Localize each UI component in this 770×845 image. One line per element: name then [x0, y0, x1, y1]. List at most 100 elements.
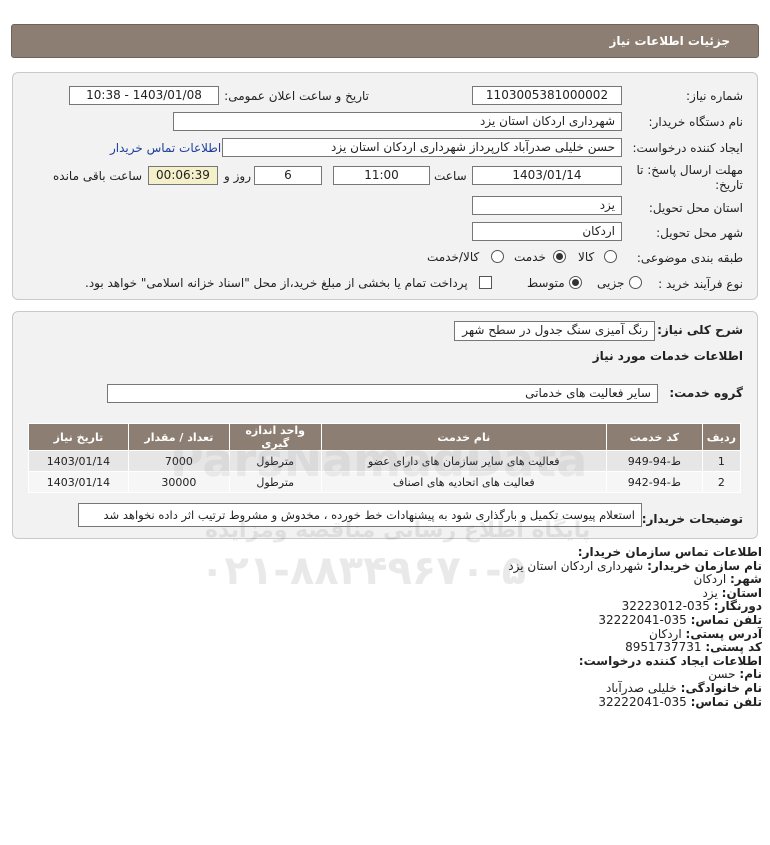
need-info-panel: [12, 72, 758, 300]
delivery-city-label: شهر محل تحویل:: [656, 226, 743, 240]
col-service-code: کد خدمت: [605, 423, 703, 451]
deadline-date-field: 1403/01/14: [472, 166, 622, 185]
category-radio-goods-service[interactable]: [491, 250, 504, 263]
cell-service-code: ط-94-949: [605, 450, 703, 472]
process-radio-medium[interactable]: [569, 276, 582, 289]
address-label: آدرس پستی:: [685, 626, 762, 641]
need-number-field: 1103005381000002: [472, 86, 622, 105]
province-label: استان:: [721, 585, 762, 600]
requester-label: ایجاد کننده درخواست:: [632, 141, 743, 155]
deadline-label-line1: مهلت ارسال پاسخ: تا: [636, 163, 743, 177]
deadline-label-line2: تاریخ:: [715, 178, 743, 192]
buyer-org-label: نام دستگاه خریدار:: [648, 115, 744, 129]
cell-need-date: 1403/01/14: [28, 450, 129, 472]
treasury-checkbox-text: پرداخت تمام یا بخشی از مبلغ خرید،از محل …: [85, 276, 468, 290]
days-label: روز و: [224, 169, 251, 183]
category-radio-goods[interactable]: [604, 250, 617, 263]
cell-row-number: 1: [701, 450, 742, 472]
cell-service-code: ط-94-942: [605, 471, 703, 493]
cell-unit: مترطول: [228, 450, 322, 472]
address-line: آدرس پستی: اردکان: [62, 626, 762, 642]
phone-line: تلفن تماس: 035-32222041: [62, 612, 762, 628]
service-group-field: سایر فعالیت های خدماتی: [107, 384, 658, 403]
table-header-row: ردیف کد خدمت نام خدمت واحد اندازه گیری ت…: [28, 423, 742, 451]
org-contact-title: اطلاعات تماس سازمان خریدار:: [577, 545, 762, 559]
cell-need-date: 1403/01/14: [28, 471, 129, 493]
deadline-time-field: 11:00: [333, 166, 430, 185]
purchase-process-label: نوع فرآیند خرید :: [658, 277, 743, 291]
org-name-label: نام سازمان خریدار:: [647, 558, 762, 573]
table-row: 2 ط-94-942 فعالیت های اتحادیه های اصناف …: [28, 471, 742, 493]
province-line: استان: یزد: [62, 585, 763, 601]
category-radio-service[interactable]: [553, 250, 566, 263]
contact-info: اطلاعات تماس سازمان خریدار: نام سازمان خ…: [62, 545, 763, 710]
service-group-label: گروه خدمت:: [669, 386, 743, 400]
requester-field: حسن خلیلی صدرآباد کارپرداز شهرداری اردکا…: [222, 138, 622, 157]
buyer-notes-field: استعلام پیوست تکمیل و بارگذاری شود به پی…: [78, 503, 642, 527]
first-name-label: نام:: [739, 667, 762, 682]
col-service-name: نام خدمت: [320, 423, 607, 451]
buyer-contact-link[interactable]: اطلاعات تماس خریدار: [110, 141, 221, 155]
buyer-org-field: شهرداری اردکان استان یزد: [173, 112, 622, 131]
creator-contact-title: اطلاعات ایجاد کننده درخواست:: [578, 653, 762, 668]
category-option-service: خدمت: [514, 250, 546, 264]
page-header: جزئیات اطلاعات نیاز: [11, 24, 759, 58]
col-row-number: ردیف: [701, 423, 742, 451]
org-name-value: شهرداری اردکان استان یزد: [508, 558, 644, 573]
cell-quantity: 30000: [127, 471, 230, 493]
page-title: جزئیات اطلاعات نیاز: [609, 34, 730, 48]
first-name-value: حسن: [708, 667, 736, 682]
postal-value: 8951737731: [625, 640, 702, 655]
phone-value: 035-32222041: [598, 612, 687, 627]
process-radio-minor[interactable]: [629, 276, 642, 289]
postal-line: کد پستی: 8951737731: [62, 640, 762, 655]
summary-label: شرح کلی نیاز:: [657, 323, 743, 337]
remaining-time-field: 00:06:39: [148, 166, 218, 185]
first-name-line: نام: حسن: [62, 668, 762, 682]
process-option-minor: جزیی: [597, 276, 625, 290]
fax-value: 035-32223012: [621, 599, 710, 614]
province-value: یزد: [702, 585, 718, 600]
delivery-province-field: یزد: [472, 196, 622, 215]
postal-label: کد پستی:: [705, 640, 762, 655]
creator-phone-value: 035-32222041: [598, 694, 687, 709]
process-option-medium: متوسط: [527, 276, 565, 290]
category-option-goods: کالا: [578, 250, 595, 264]
cell-service-name: فعالیت های سایر سازمان های دارای عضو: [320, 450, 607, 472]
col-need-date: تاریخ نیاز: [28, 423, 129, 451]
city-value: اردکان: [693, 572, 727, 587]
deadline-time-label: ساعت: [434, 169, 467, 183]
last-name-line: نام خانوادگی: خلیلی صدرآباد: [62, 680, 762, 696]
services-title: اطلاعات خدمات مورد نیاز: [592, 349, 743, 363]
cell-quantity: 7000: [127, 450, 230, 472]
buyer-notes-label: توضیحات خریدار:: [641, 512, 743, 526]
remaining-label: ساعت باقی مانده: [53, 169, 143, 183]
services-table: ردیف کد خدمت نام خدمت واحد اندازه گیری ت…: [28, 423, 742, 493]
announce-datetime-label: تاریخ و ساعت اعلان عمومی:: [224, 89, 369, 103]
creator-phone-label: تلفن تماس:: [690, 694, 762, 709]
cell-unit: مترطول: [228, 471, 322, 493]
announce-datetime-field: 1403/01/08 - 10:38: [69, 86, 219, 105]
summary-field: رنگ آمیزی سنگ جدول در سطح شهر: [454, 321, 655, 341]
table-row: 1 ط-94-949 فعالیت های سایر سازمان های دا…: [28, 450, 742, 472]
delivery-province-label: استان محل تحویل:: [648, 201, 743, 215]
org-name-line: نام سازمان خریدار: شهرداری اردکان استان …: [62, 558, 762, 574]
col-unit: واحد اندازه گیری: [228, 423, 322, 451]
city-line: شهر: اردکان: [62, 572, 762, 587]
cell-service-name: فعالیت های اتحادیه های اصناف: [320, 471, 607, 493]
treasury-checkbox[interactable]: [479, 276, 492, 289]
category-option-goods-service: کالا/خدمت: [427, 250, 480, 264]
category-label: طبقه بندی موضوعی:: [636, 251, 743, 265]
last-name-value: خلیلی صدرآباد: [606, 680, 677, 695]
col-quantity: تعداد / مقدار: [127, 423, 230, 451]
need-number-label: شماره نیاز:: [686, 89, 743, 103]
cell-row-number: 2: [701, 471, 742, 493]
delivery-city-field: اردکان: [472, 222, 622, 241]
creator-phone-line: تلفن تماس: 035-32222041: [62, 694, 762, 710]
days-field: 6: [254, 166, 322, 185]
city-label: شهر:: [730, 572, 762, 587]
fax-line: دورنگار: 035-32223012: [62, 600, 762, 614]
last-name-label: نام خانوادگی:: [680, 680, 762, 695]
fax-label: دورنگار:: [713, 599, 762, 614]
phone-label: تلفن تماس:: [690, 612, 762, 627]
